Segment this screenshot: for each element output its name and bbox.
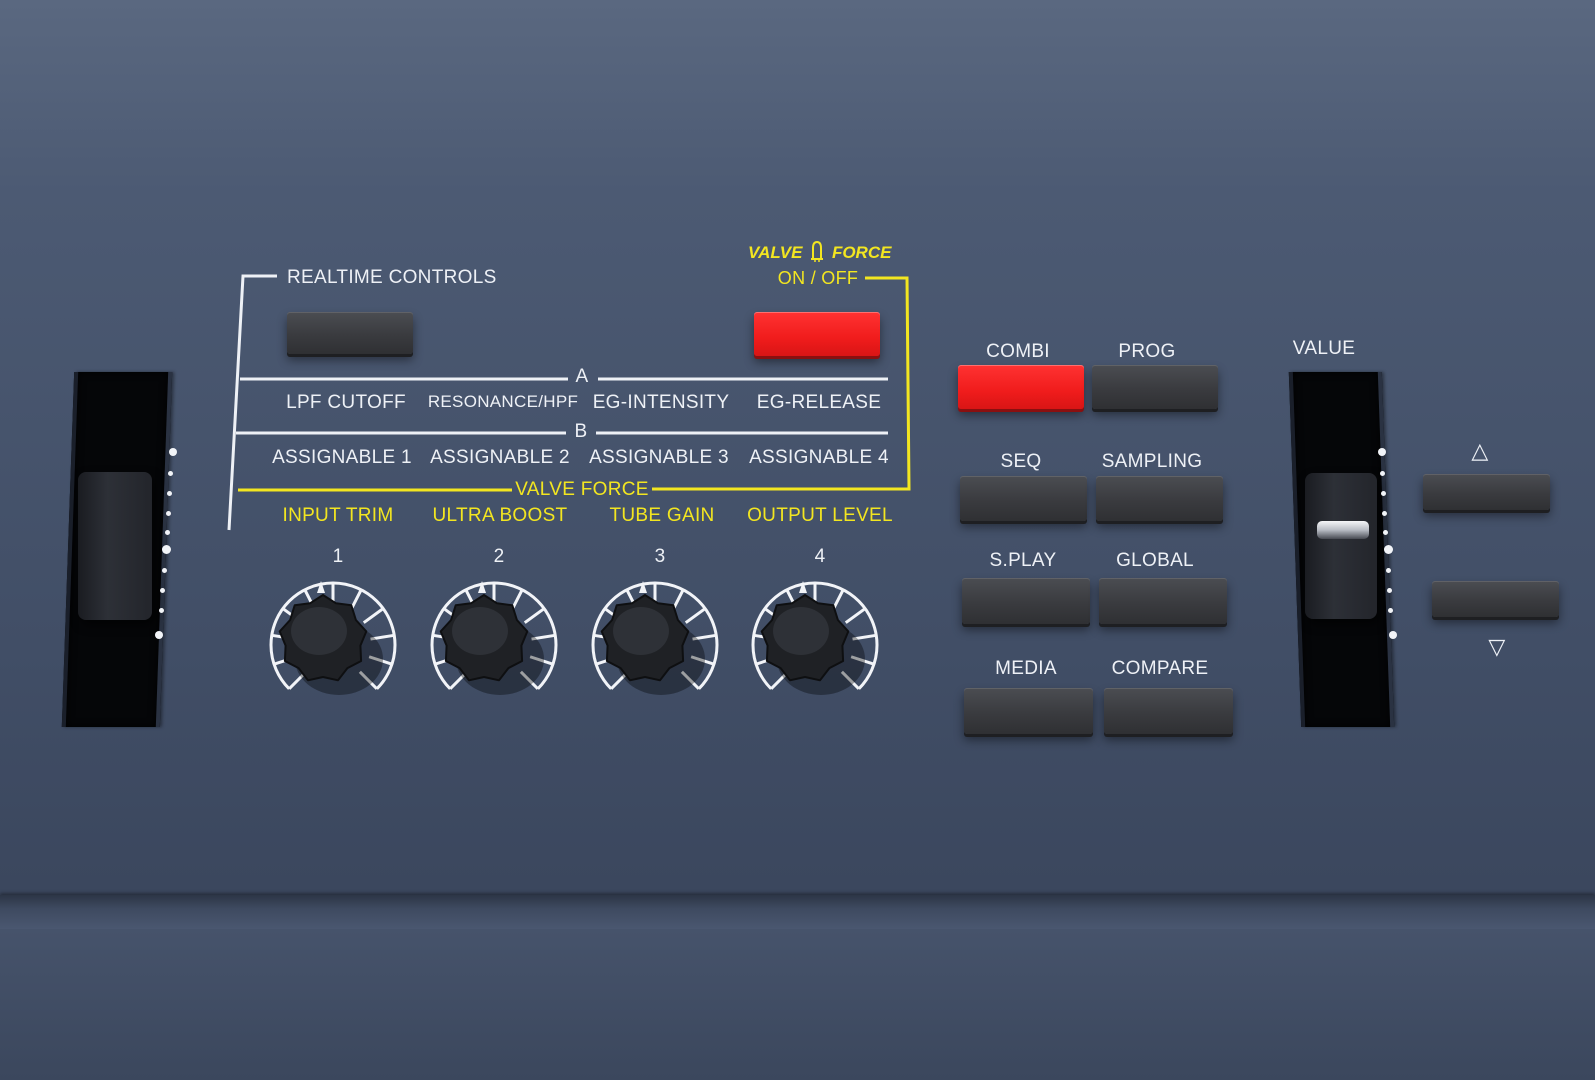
knob-cap [773,607,829,655]
valve-label-tube-gain: TUBE GAIN [609,505,715,526]
media-label: MEDIA [995,658,1057,679]
global-label: GLOBAL [1116,550,1194,571]
valve-label-output-level: OUTPUT LEVEL [747,505,893,526]
compare-button[interactable] [1104,688,1233,734]
knob-3[interactable] [580,575,730,715]
row-b-label-1: ASSIGNABLE 1 [272,447,412,468]
combi-label: COMBI [986,341,1050,362]
knob-1[interactable] [258,575,408,715]
valve-force-on-off-button[interactable] [754,312,880,356]
knob-number-4: 4 [814,546,826,567]
combi-button[interactable] [958,365,1084,409]
knob-tick [523,607,546,624]
valve-logo-right: FORCE [831,243,892,262]
realtime-title: REALTIME CONTROLS [287,267,497,288]
value-label: VALUE [1292,338,1356,359]
value-fader-highlight [1317,521,1369,539]
knob-cap [613,607,669,655]
knob-4[interactable] [740,575,890,715]
valve-label-input-trim: INPUT TRIM [282,505,394,526]
left-fader-scale [150,448,180,648]
knob-number-3: 3 [654,546,666,567]
knob-number-2: 2 [493,546,505,567]
row-a-marker: A [575,366,589,387]
vacuum-tube-icon [811,240,824,262]
knob-2[interactable] [419,575,569,715]
knob-tick [362,607,385,624]
row-b-label-3: ASSIGNABLE 3 [589,447,729,468]
valve-force-on-off-label: ON / OFF [777,268,859,288]
seq-label: SEQ [1000,451,1042,472]
splay-label: S.PLAY [989,550,1057,571]
row-a-label-4: EG-RELEASE [756,392,882,413]
knob-cap [452,607,508,655]
compare-label: COMPARE [1111,658,1209,679]
realtime-select-button[interactable] [287,312,413,354]
value-down-button[interactable] [1432,581,1559,617]
value-up-button[interactable] [1423,474,1550,510]
global-button[interactable] [1099,578,1227,624]
sampling-label: SAMPLING [1101,451,1203,472]
knob-tick [844,607,867,624]
row-b-label-4: ASSIGNABLE 4 [749,447,889,468]
knob-tick [684,607,707,624]
value-fader-scale [1372,448,1402,648]
valve-force-section-label: VALVE FORCE [515,479,649,500]
value-fader-handle[interactable] [1305,473,1377,619]
prog-label: PROG [1118,341,1176,362]
knob-number-1: 1 [332,546,344,567]
splay-button[interactable] [962,578,1090,624]
knob-cap [291,607,347,655]
seq-button[interactable] [960,476,1087,521]
down-arrow-icon: ▽ [1488,634,1506,659]
row-a-label-3: EG-INTENSITY [592,392,730,413]
left-fader-handle[interactable] [78,472,152,620]
media-button[interactable] [964,688,1093,734]
row-a-label-2: RESONANCE/HPF [427,392,579,411]
up-arrow-icon: △ [1471,438,1489,463]
valve-logo-left: VALVE [748,243,803,262]
valve-label-ultra-boost: ULTRA BOOST [432,505,568,526]
row-b-label-2: ASSIGNABLE 2 [430,447,570,468]
prog-button[interactable] [1092,365,1218,409]
valve-force-logo: VALVE FORCE [748,240,891,263]
row-b-marker: B [574,421,588,442]
row-a-label-1: LPF CUTOFF [286,392,406,413]
sampling-button[interactable] [1096,476,1223,521]
